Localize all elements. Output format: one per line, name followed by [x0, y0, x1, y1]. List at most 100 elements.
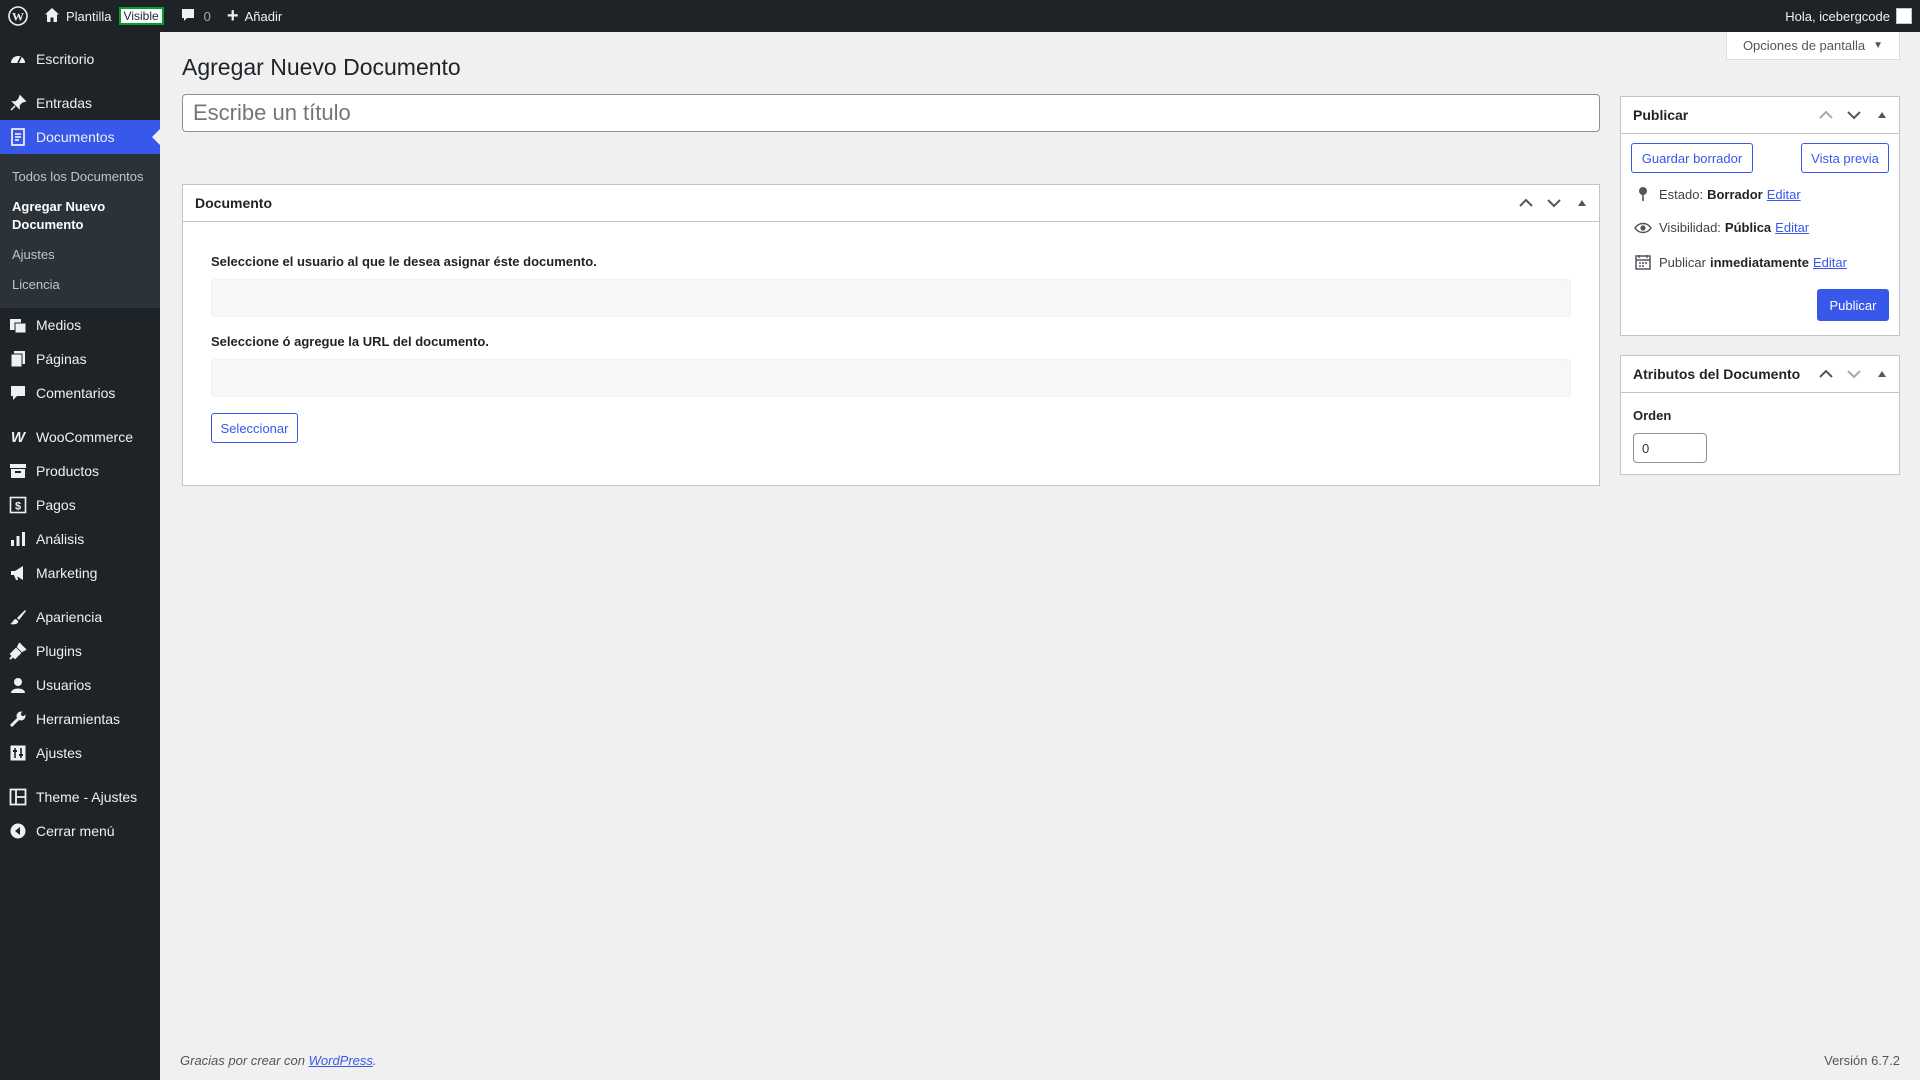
order-input[interactable]: 0: [1633, 433, 1707, 463]
sidebar-item-herramientas[interactable]: Herramientas: [0, 702, 160, 736]
calendar-icon: [1633, 254, 1653, 270]
submenu-item-ajustes[interactable]: Ajustes: [0, 240, 160, 270]
sidebar-item-paginas[interactable]: Páginas: [0, 342, 160, 376]
payments-icon: $: [8, 495, 28, 515]
archive-icon: [8, 461, 28, 481]
greeting: Hola, icebergcode: [1785, 8, 1890, 24]
schedule-label: Publicar: [1659, 254, 1706, 270]
sidebar-item-label: Escritorio: [36, 51, 95, 67]
layout-icon: [8, 787, 28, 807]
dashboard-icon: [8, 49, 28, 69]
sidebar-item-marketing[interactable]: Marketing: [0, 556, 160, 590]
order-label: Orden: [1633, 408, 1672, 423]
edit-status-link[interactable]: Editar: [1767, 187, 1801, 202]
document-metabox-header: Documento: [183, 185, 1599, 222]
sidebar-item-entradas[interactable]: Entradas: [0, 86, 160, 120]
user-account-menu[interactable]: Hola, icebergcode: [1777, 0, 1920, 32]
title-input[interactable]: [182, 94, 1600, 132]
sidebar-item-analisis[interactable]: Análisis: [0, 522, 160, 556]
comment-icon: [180, 7, 196, 26]
megaphone-icon: [8, 563, 28, 583]
sidebar-item-comentarios[interactable]: Comentarios: [0, 376, 160, 410]
schedule-row: Publicar inmediatamente Editar: [1633, 254, 1847, 270]
admin-bar: W Plantilla Visible 0 + Añadir Hola, ice…: [0, 0, 1920, 32]
sidebar-item-ajustes[interactable]: Ajustes: [0, 736, 160, 770]
move-down-icon[interactable]: [1845, 110, 1863, 120]
sidebar-item-medios[interactable]: Medios: [0, 308, 160, 342]
publish-metabox-header: Publicar: [1621, 97, 1899, 134]
caret-down-icon: ▼: [1873, 40, 1883, 51]
sidebar-item-label: Páginas: [36, 351, 87, 367]
main-content: Opciones de pantalla ▼ Agregar Nuevo Doc…: [160, 32, 1920, 1080]
pin-icon: [1633, 186, 1653, 202]
move-down-icon[interactable]: [1545, 198, 1563, 208]
wordpress-link[interactable]: WordPress: [309, 1053, 373, 1068]
sidebar-item-label: WooCommerce: [36, 429, 133, 445]
edit-schedule-link[interactable]: Editar: [1813, 255, 1847, 270]
brush-icon: [8, 607, 28, 627]
metabox-title: Atributos del Documento: [1633, 366, 1801, 382]
footer-thanks-text: Gracias por crear con: [180, 1053, 305, 1068]
submenu-item-agregar-nuevo[interactable]: Agregar Nuevo Documento: [0, 192, 160, 240]
screen-options-button[interactable]: Opciones de pantalla ▼: [1725, 32, 1900, 60]
select-button[interactable]: Seleccionar: [211, 413, 298, 443]
admin-sidebar: Escritorio Entradas Documentos Todos los…: [0, 32, 160, 1080]
sidebar-item-theme-ajustes[interactable]: Theme - Ajustes: [0, 780, 160, 814]
site-name-link[interactable]: Plantilla Visible: [36, 0, 172, 32]
visibility-value: Pública: [1724, 220, 1772, 235]
submenu-item-todos[interactable]: Todos los Documentos: [0, 162, 160, 192]
visibility-row: Visibilidad: Pública Editar: [1633, 220, 1809, 235]
submenu-item-licencia[interactable]: Licencia: [0, 270, 160, 300]
sidebar-item-cerrar-menu[interactable]: Cerrar menú: [0, 814, 160, 848]
sidebar-item-label: Comentarios: [36, 385, 116, 401]
sidebar-item-label: Plugins: [36, 643, 82, 659]
footer-thanks: Gracias por crear con WordPress.: [180, 1053, 377, 1068]
sidebar-item-label: Análisis: [36, 531, 85, 547]
publish-metabox: Publicar Guardar borrador Vista previa E…: [1620, 96, 1900, 336]
toggle-panel-icon[interactable]: [1873, 111, 1891, 119]
visibility-label: Visibilidad:: [1659, 220, 1721, 235]
sidebar-item-documentos[interactable]: Documentos: [0, 120, 160, 154]
admin-footer: Gracias por crear con WordPress. Versión…: [180, 1053, 1900, 1068]
sidebar-item-woocommerce[interactable]: W WooCommerce: [0, 420, 160, 454]
wrench-icon: [8, 709, 28, 729]
sidebar-item-escritorio[interactable]: Escritorio: [0, 42, 160, 76]
save-draft-button[interactable]: Guardar borrador: [1631, 143, 1753, 173]
move-up-icon[interactable]: [1817, 369, 1835, 379]
add-new-link[interactable]: + Añadir: [219, 0, 290, 32]
edit-visibility-link[interactable]: Editar: [1775, 220, 1809, 235]
move-up-icon[interactable]: [1817, 110, 1835, 120]
document-icon: [8, 127, 28, 147]
preview-button[interactable]: Vista previa: [1801, 143, 1889, 173]
toggle-panel-icon[interactable]: [1873, 370, 1891, 378]
sidebar-item-label: Ajustes: [36, 745, 82, 761]
user-select-field[interactable]: [211, 279, 1571, 317]
move-up-icon[interactable]: [1517, 198, 1535, 208]
attributes-metabox-header: Atributos del Documento: [1621, 356, 1899, 393]
sidebar-item-label: Entradas: [36, 95, 93, 111]
url-field[interactable]: [211, 359, 1571, 397]
sidebar-item-pagos[interactable]: $ Pagos: [0, 488, 160, 522]
publish-button[interactable]: Publicar: [1817, 289, 1889, 321]
sidebar-item-label: Marketing: [36, 565, 98, 581]
sidebar-item-apariencia[interactable]: Apariencia: [0, 600, 160, 634]
sidebar-item-usuarios[interactable]: Usuarios: [0, 668, 160, 702]
sidebar-item-label: Medios: [36, 317, 82, 333]
version-text: Versión 6.7.2: [1824, 1053, 1900, 1068]
comments-link[interactable]: 0: [172, 0, 219, 32]
screen-options-label: Opciones de pantalla: [1742, 38, 1866, 53]
site-name: Plantilla: [66, 8, 112, 24]
eye-icon: [1633, 222, 1653, 234]
sidebar-item-productos[interactable]: Productos: [0, 454, 160, 488]
wordpress-logo-icon[interactable]: W: [0, 0, 36, 32]
sidebar-item-plugins[interactable]: Plugins: [0, 634, 160, 668]
move-down-icon[interactable]: [1845, 369, 1863, 379]
settings-icon: [8, 743, 28, 763]
sidebar-item-label: Theme - Ajustes: [36, 789, 138, 805]
sidebar-item-label: Productos: [36, 463, 100, 479]
chart-icon: [8, 529, 28, 549]
toggle-panel-icon[interactable]: [1573, 199, 1591, 207]
comment-icon: [8, 383, 28, 403]
user-icon: [8, 675, 28, 695]
svg-text:$: $: [15, 501, 21, 513]
